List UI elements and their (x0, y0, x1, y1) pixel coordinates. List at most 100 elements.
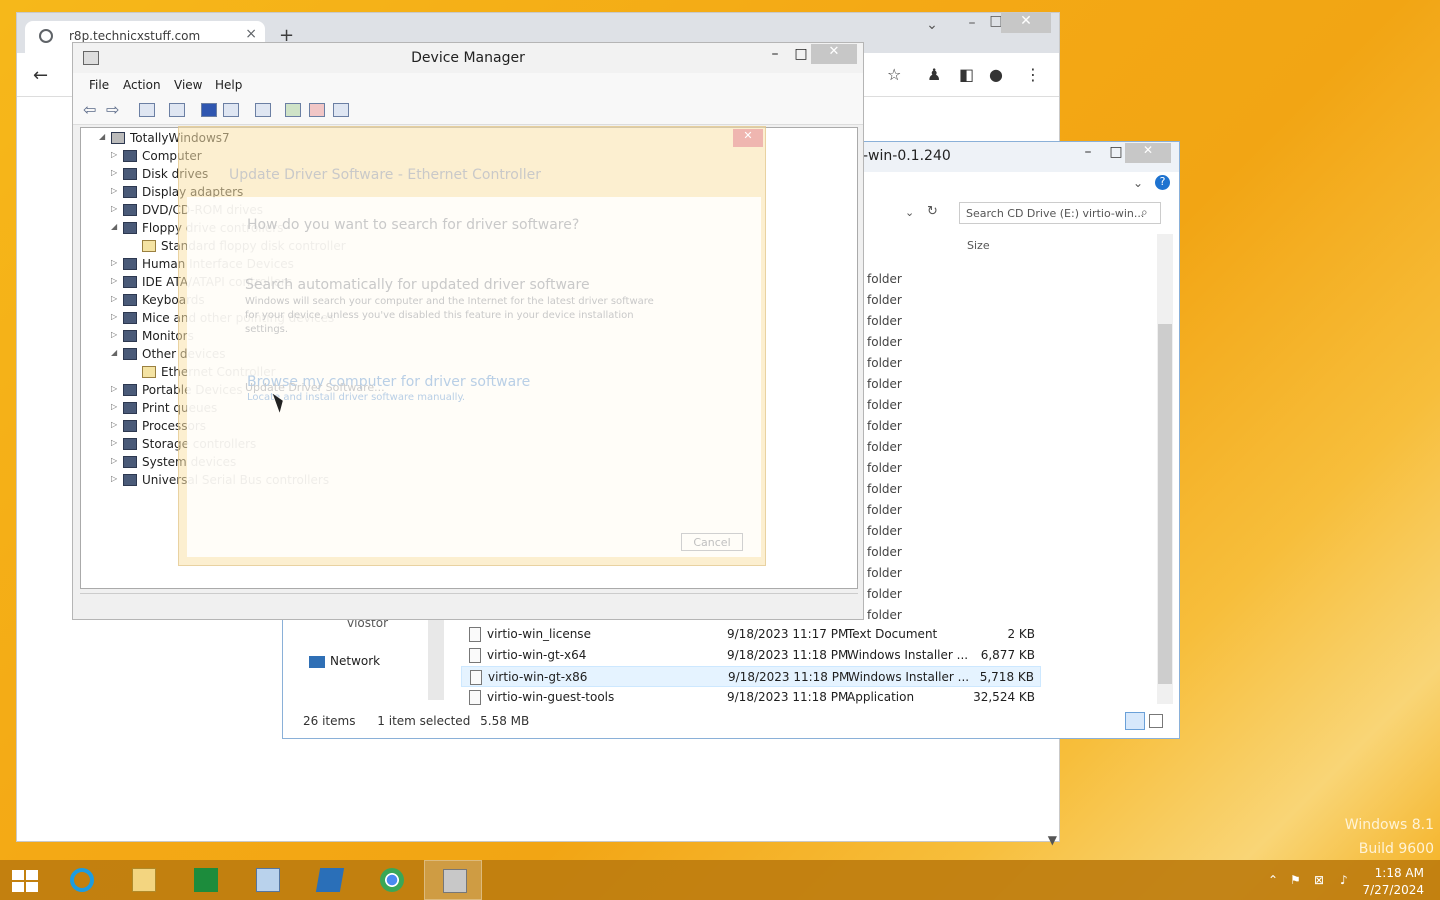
taskbar-control-panel[interactable] (238, 860, 296, 900)
taskbar-internet-explorer[interactable] (52, 860, 110, 900)
file-list-scrollbar[interactable] (1157, 234, 1173, 704)
folder-type-cell[interactable]: folder (867, 566, 902, 580)
dm-minimize-button[interactable]: – (761, 46, 789, 62)
extension-icon[interactable]: ♟ (927, 65, 941, 84)
expand-arrow-icon[interactable]: ▷ (111, 168, 117, 177)
nav-scrollbar[interactable] (428, 620, 444, 700)
update-driver-icon[interactable] (285, 103, 301, 117)
device-category-icon (123, 312, 137, 324)
explorer-close-button[interactable]: ✕ (1125, 143, 1171, 163)
forward-icon[interactable]: ⇨ (106, 100, 119, 119)
taskbar-store[interactable] (176, 860, 234, 900)
expand-arrow-icon[interactable]: ▷ (111, 438, 117, 447)
search-input[interactable]: Search CD Drive (E:) virtio-win... (959, 202, 1161, 224)
dm-close-button[interactable]: ✕ (811, 44, 857, 64)
menu-file[interactable]: File (89, 78, 109, 92)
expand-arrow-icon[interactable]: ▷ (111, 204, 117, 213)
side-panel-icon[interactable]: ◧ (959, 65, 974, 84)
folder-type-cell[interactable]: folder (867, 461, 902, 475)
large-icons-view-icon[interactable] (1149, 714, 1163, 728)
expand-arrow-icon[interactable]: ▷ (111, 312, 117, 321)
folder-type-cell[interactable]: folder (867, 503, 902, 517)
menu-help[interactable]: Help (215, 78, 242, 92)
expand-arrow-icon[interactable]: ▷ (111, 294, 117, 303)
expand-arrow-icon[interactable]: ▷ (111, 474, 117, 483)
network-error-icon[interactable]: ⊠ (1314, 873, 1324, 887)
browser-close-button[interactable]: ✕ (1001, 13, 1051, 33)
taskbar-chrome[interactable] (362, 860, 420, 900)
explorer-minimize-button[interactable]: – (1073, 144, 1103, 164)
expand-arrow-icon[interactable]: ▷ (111, 402, 117, 411)
action-pane-icon[interactable] (223, 103, 239, 117)
taskbar-device-manager[interactable] (424, 860, 482, 900)
folder-type-cell[interactable]: folder (867, 293, 902, 307)
expand-arrow-icon[interactable]: ◢ (111, 222, 117, 231)
menu-view[interactable]: View (174, 78, 202, 92)
expand-arrow-icon[interactable]: ▷ (111, 420, 117, 429)
folder-type-cell[interactable]: folder (867, 377, 902, 391)
file-row[interactable]: virtio-win-gt-x86 9/18/2023 11:18 PM Windo… (461, 666, 1041, 687)
expand-arrow-icon[interactable]: ▷ (111, 456, 117, 465)
expand-arrow-icon[interactable]: ▷ (111, 150, 117, 159)
ribbon-expand-icon[interactable]: ⌄ (1133, 176, 1143, 190)
nav-item-network[interactable]: Network (330, 654, 380, 668)
properties-icon[interactable] (169, 103, 185, 117)
scan-hardware-icon[interactable] (255, 103, 271, 117)
expand-arrow-icon[interactable]: ▷ (111, 186, 117, 195)
action-center-flag-icon[interactable]: ⚑ (1290, 873, 1301, 887)
expand-arrow-icon[interactable]: ▷ (111, 276, 117, 285)
more-menu-icon[interactable]: ⋮ (1025, 65, 1041, 84)
folder-type-cell[interactable]: folder (867, 398, 902, 412)
file-row[interactable]: virtio-win-gt-x64 9/18/2023 11:18 PM Windo… (461, 645, 1041, 666)
taskbar-powershell[interactable] (300, 860, 358, 900)
folder-type-cell[interactable]: folder (867, 335, 902, 349)
taskbar-file-explorer[interactable] (114, 860, 172, 900)
scrollbar-thumb[interactable] (1158, 324, 1172, 684)
enable-device-icon[interactable] (333, 103, 349, 117)
menu-action[interactable]: Action (123, 78, 161, 92)
context-menu-update-driver[interactable]: Update Driver Software... (245, 381, 385, 394)
file-name: virtio-win-guest-tools (487, 690, 615, 704)
details-view-icon[interactable] (1125, 712, 1145, 730)
system-clock[interactable]: 1:18 AM 7/27/2024 (1362, 865, 1424, 899)
star-icon[interactable]: ☆ (887, 65, 901, 84)
expand-arrow-icon[interactable]: ▷ (111, 330, 117, 339)
uninstall-icon[interactable] (309, 103, 325, 117)
search-automatically-option[interactable]: Search automatically for updated driver … (245, 277, 590, 293)
tab-search-icon[interactable]: ⌄ (917, 17, 947, 37)
column-header-size[interactable]: Size (967, 239, 990, 252)
help-icon[interactable]: ? (1155, 175, 1170, 190)
show-hide-console-icon[interactable] (139, 103, 155, 117)
folder-type-cell[interactable]: folder (867, 608, 902, 622)
folder-type-cell[interactable]: folder (867, 272, 902, 286)
folder-type-cell[interactable]: folder (867, 545, 902, 559)
start-button[interactable] (0, 860, 58, 900)
expand-arrow-icon[interactable]: ▷ (111, 258, 117, 267)
chrome-icon (380, 868, 404, 892)
close-tab-icon[interactable]: × (245, 26, 257, 42)
folder-type-cell[interactable]: folder (867, 524, 902, 538)
cancel-button[interactable]: Cancel (681, 533, 743, 551)
dialog-close-button[interactable]: ✕ (733, 129, 763, 147)
file-type: Text Document (847, 627, 938, 641)
profile-icon[interactable]: ● (989, 65, 1003, 84)
scroll-down-arrow-icon[interactable]: ▼ (1048, 833, 1057, 847)
folder-type-cell[interactable]: folder (867, 587, 902, 601)
back-arrow-icon[interactable]: ← (33, 65, 48, 86)
file-row[interactable]: virtio-win_license 9/18/2023 11:17 PM Text… (461, 624, 1041, 645)
expand-arrow-icon[interactable]: ◢ (111, 348, 117, 357)
file-name: virtio-win_license (487, 627, 591, 641)
history-dropdown-icon[interactable]: ⌄ (905, 206, 914, 219)
volume-muted-icon[interactable]: ♪ (1340, 873, 1348, 887)
folder-type-cell[interactable]: folder (867, 482, 902, 496)
back-icon[interactable]: ⇦ (83, 100, 96, 119)
expand-arrow-icon[interactable]: ▷ (111, 384, 117, 393)
folder-type-cell[interactable]: folder (867, 356, 902, 370)
show-hidden-icons-icon[interactable]: ⌃ (1268, 873, 1278, 887)
folder-type-cell[interactable]: folder (867, 314, 902, 328)
folder-type-cell[interactable]: folder (867, 419, 902, 433)
help-icon[interactable] (201, 103, 217, 117)
folder-type-cell[interactable]: folder (867, 440, 902, 454)
file-row[interactable]: virtio-win-guest-tools 9/18/2023 11:18 PM… (461, 687, 1041, 708)
refresh-icon[interactable]: ↻ (927, 204, 938, 219)
